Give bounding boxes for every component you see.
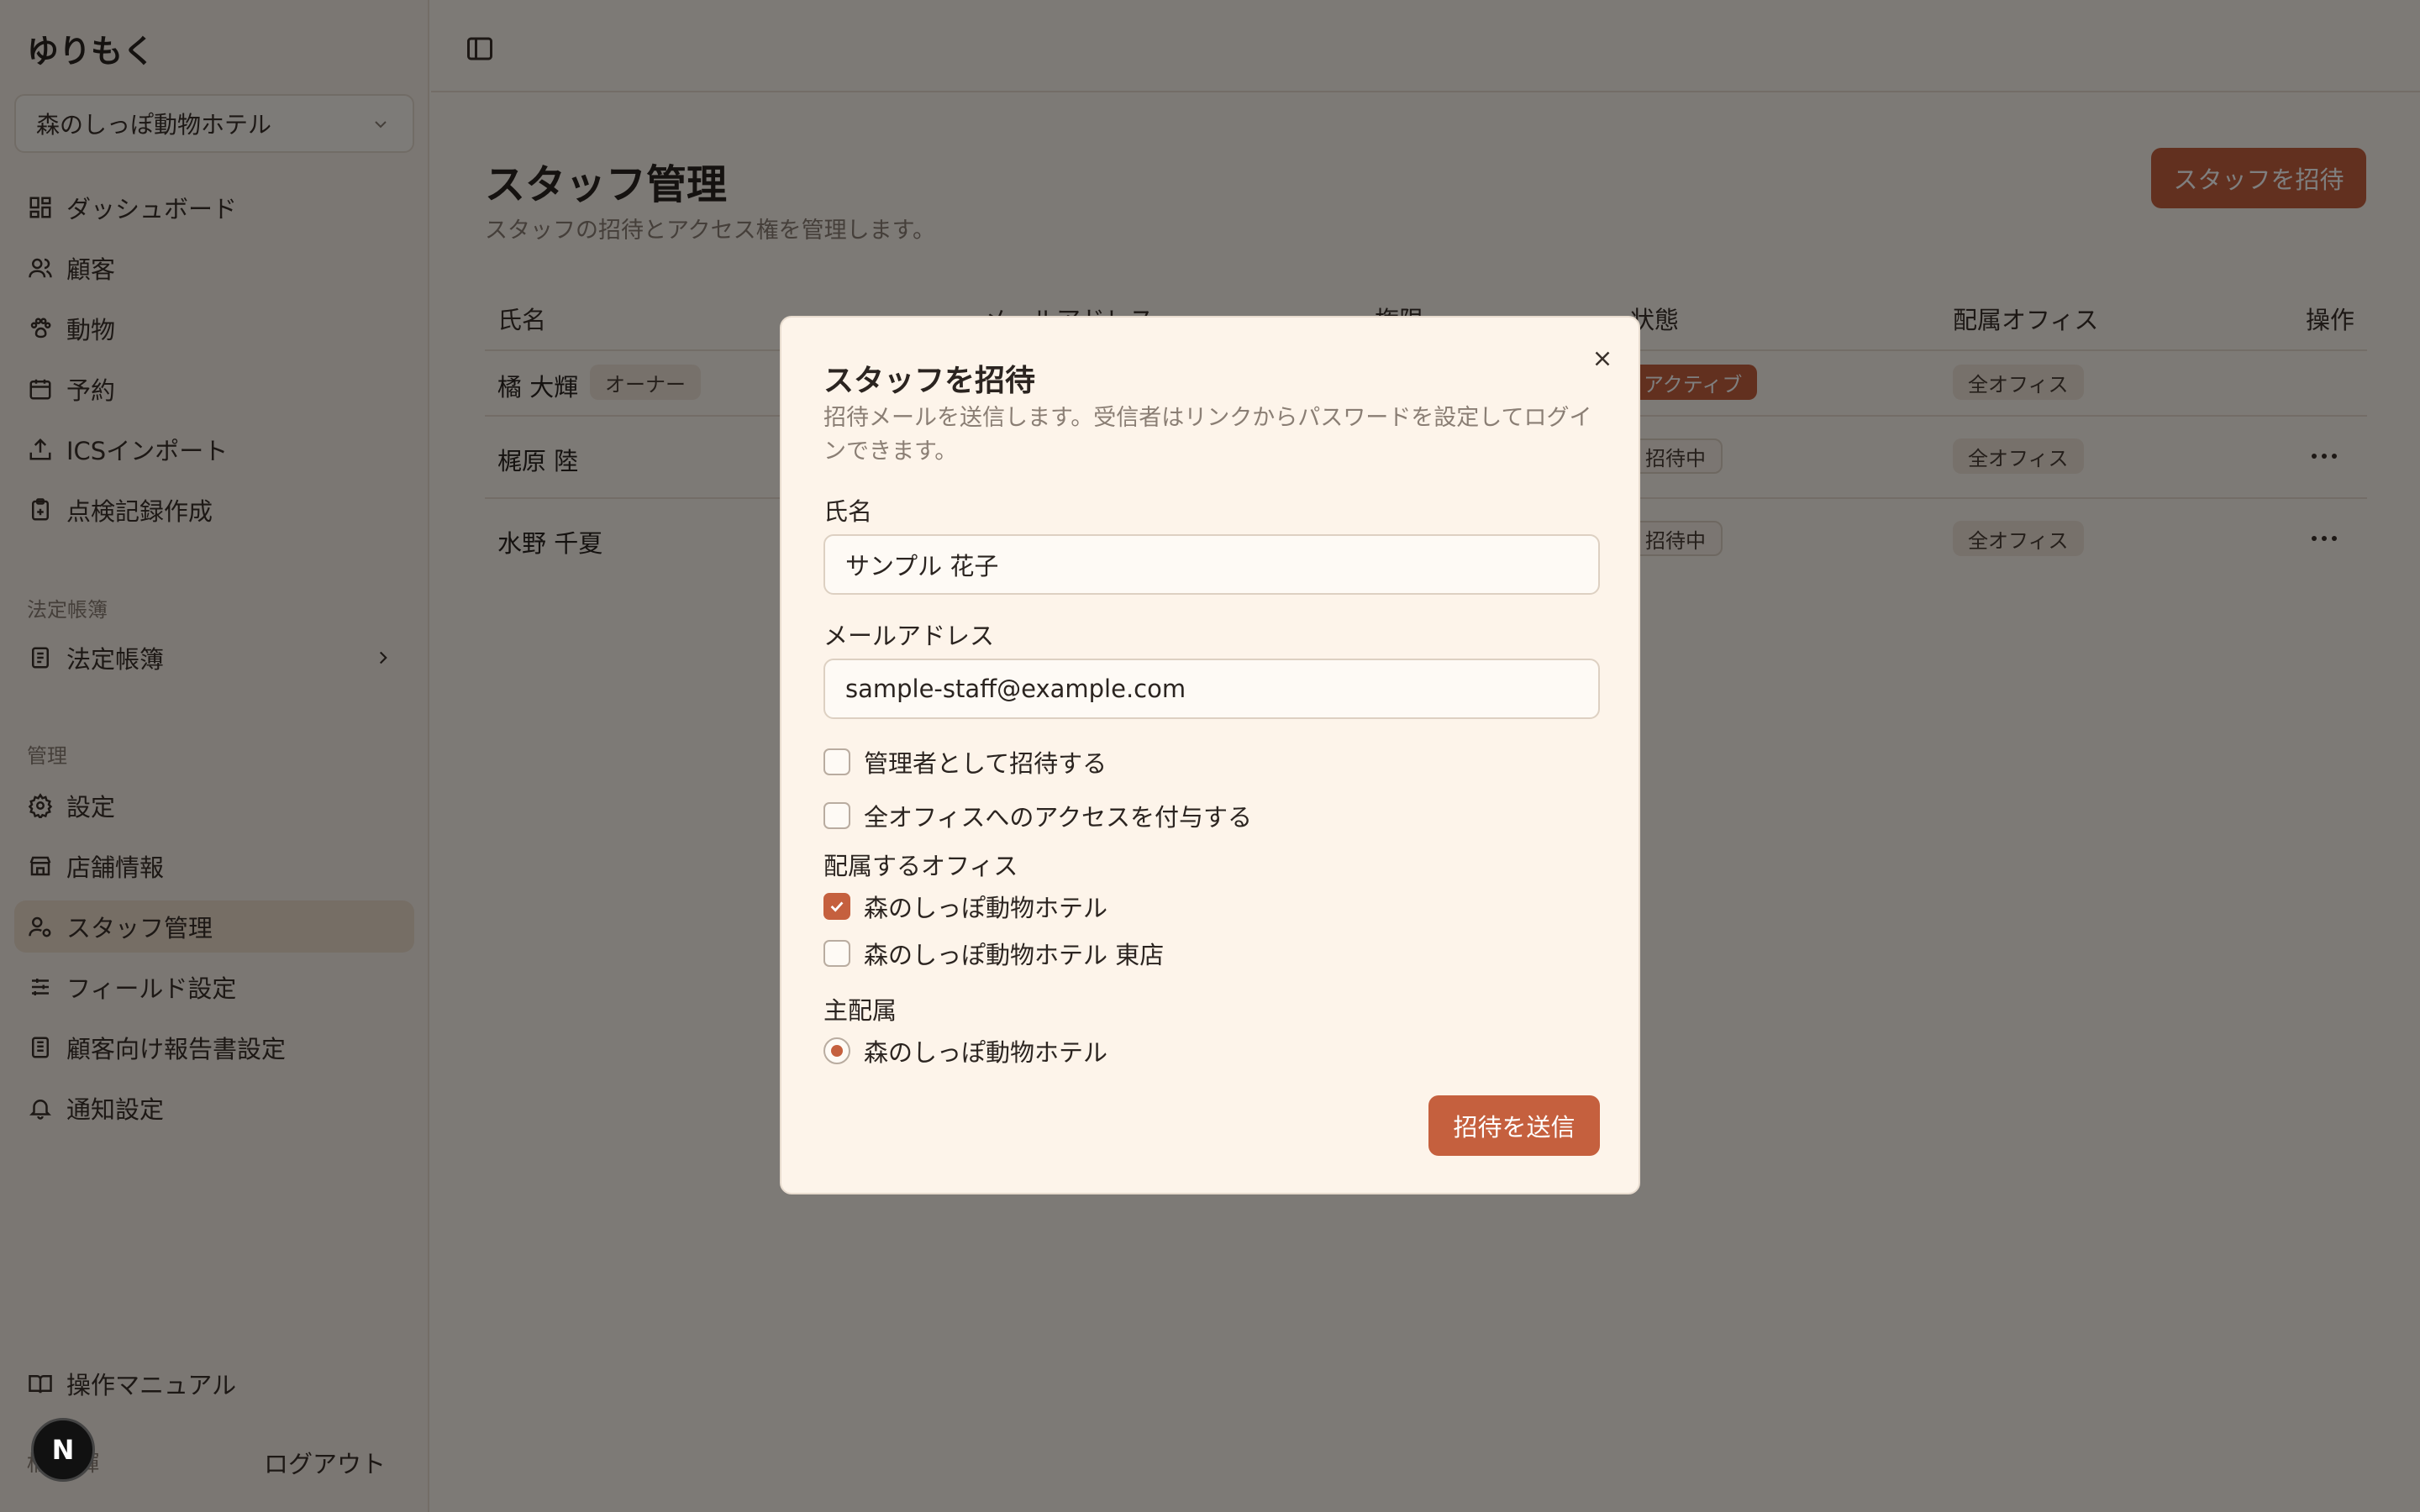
primary-office-radio-label: 森のしっぽ動物ホテル [864,1038,1108,1067]
check-icon [830,901,844,912]
all-offices-checkbox[interactable] [823,802,850,829]
offices-label: 配属するオフィス [823,852,1018,880]
name-field[interactable] [823,534,1600,595]
admin-checkbox[interactable] [823,748,850,775]
radio-dot [831,1045,843,1057]
email-label: メールアドレス [823,622,995,650]
primary-office-label: 主配属 [823,996,897,1025]
office-checkbox[interactable] [823,940,850,967]
name-label: 氏名 [823,497,873,526]
email-field[interactable] [823,659,1600,719]
primary-office-radio-row[interactable]: 森のしっぽ動物ホテル [823,1033,1107,1068]
all-offices-checkbox-row[interactable]: 全オフィスへのアクセスを付与する [823,798,1252,833]
dev-tools-badge[interactable]: N [31,1418,95,1482]
admin-checkbox-row[interactable]: 管理者として招待する [823,744,1107,780]
send-invite-button[interactable]: 招待を送信 [1428,1095,1600,1156]
office-checkbox-checked[interactable] [823,893,850,920]
office-checkbox-label: 森のしっぽ動物ホテル 東店 [864,941,1165,969]
admin-checkbox-label: 管理者として招待する [864,749,1107,778]
all-offices-checkbox-label: 全オフィスへのアクセスを付与する [864,803,1252,832]
close-icon[interactable] [1590,346,1615,371]
invite-staff-dialog: スタッフを招待 招待メールを送信します。受信者はリンクからパスワードを設定してロ… [780,316,1640,1194]
dialog-description: 招待メールを送信します。受信者はリンクからパスワードを設定してログインできます。 [823,405,1592,465]
dialog-title: スタッフを招待 [823,364,1036,398]
office-checkbox-label: 森のしっぽ動物ホテル [864,894,1108,922]
office-checkbox-row[interactable]: 森のしっぽ動物ホテル 東店 [823,936,1164,971]
primary-office-radio[interactable] [823,1037,850,1064]
office-checkbox-row[interactable]: 森のしっぽ動物ホテル [823,889,1107,924]
